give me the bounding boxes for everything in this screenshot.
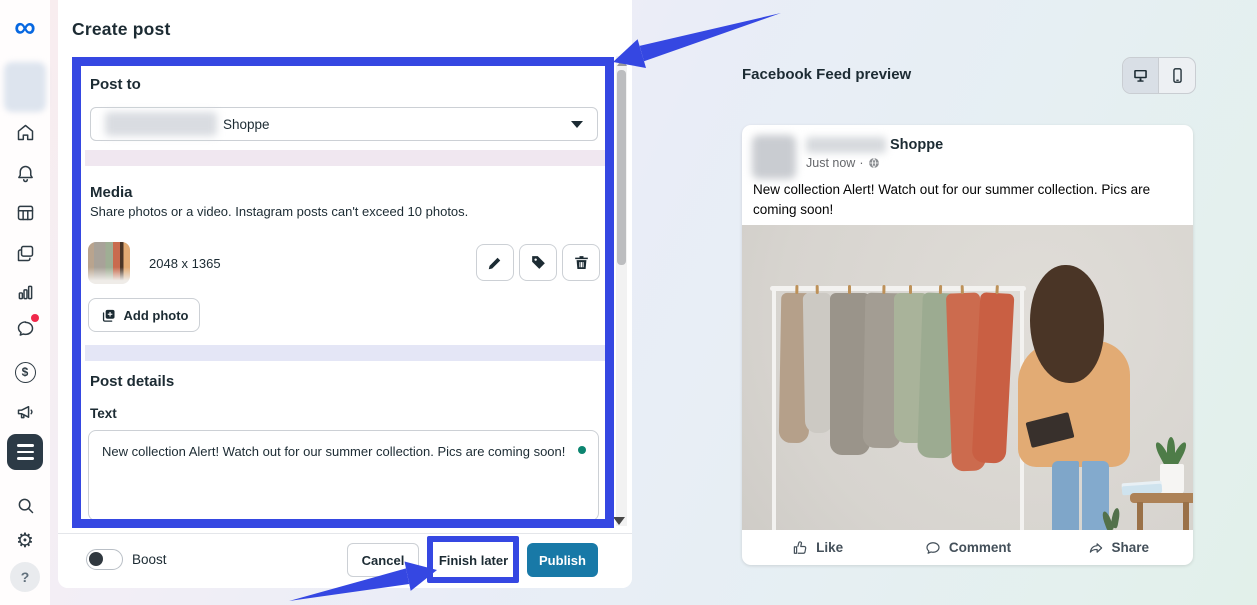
trash-icon xyxy=(572,253,591,272)
mobile-preview-button[interactable] xyxy=(1159,58,1195,93)
hamburger-menu-icon xyxy=(7,434,43,470)
timestamp: Just now xyxy=(806,156,855,170)
sidebar-item-all-tools[interactable] xyxy=(0,432,50,472)
meta-logo-icon[interactable]: ∞ xyxy=(0,8,50,48)
add-photo-icon xyxy=(100,307,117,324)
business-avatar-blurred[interactable] xyxy=(4,62,46,112)
section-divider xyxy=(85,150,605,166)
notification-badge xyxy=(31,314,39,322)
preview-actions: Like Comment Share xyxy=(742,530,1193,565)
add-photo-button[interactable]: Add photo xyxy=(88,298,200,332)
preview-title: Facebook Feed preview xyxy=(742,66,911,83)
sidebar-item-help[interactable]: ? xyxy=(0,560,50,594)
media-thumbnail[interactable] xyxy=(88,242,130,284)
account-name-blurred xyxy=(105,112,217,136)
post-to-label: Post to xyxy=(90,76,141,93)
chevron-down-icon xyxy=(571,121,583,128)
page-name-blurred xyxy=(806,137,886,153)
sidebar-item-inbox[interactable] xyxy=(0,314,50,348)
publish-button[interactable]: Publish xyxy=(527,543,598,577)
post-text-input[interactable]: New collection Alert! Watch out for our … xyxy=(88,430,599,521)
dollar-icon: $ xyxy=(15,362,36,383)
desktop-icon xyxy=(1131,66,1150,85)
comment-icon xyxy=(924,539,942,557)
tag-media-button[interactable] xyxy=(519,244,557,281)
share-icon xyxy=(1087,539,1105,557)
toggle-knob xyxy=(89,552,103,566)
page-avatar-blurred xyxy=(752,135,796,179)
post-to-dropdown[interactable]: Shoppe xyxy=(90,107,598,141)
page-title: Create post xyxy=(72,19,170,40)
like-button[interactable]: Like xyxy=(742,539,892,557)
share-button[interactable]: Share xyxy=(1043,539,1193,557)
boost-toggle[interactable] xyxy=(86,549,123,570)
boost-label: Boost xyxy=(132,552,167,567)
planner-icon xyxy=(15,202,36,223)
media-dimensions: 2048 x 1365 xyxy=(149,256,221,271)
account-name: Shoppe xyxy=(223,117,270,132)
preview-post-text: New collection Alert! Watch out for our … xyxy=(753,180,1165,219)
sidebar-item-planner[interactable] xyxy=(0,195,50,229)
sidebar-item-monetization[interactable]: $ xyxy=(0,355,50,389)
device-toggle xyxy=(1122,57,1196,94)
finish-later-button[interactable]: Finish later xyxy=(433,543,514,577)
media-heading: Media xyxy=(90,184,133,201)
scrollbar-down-icon[interactable] xyxy=(613,517,625,525)
post-details-heading: Post details xyxy=(90,373,174,390)
scrollbar-thumb[interactable] xyxy=(617,70,626,265)
megaphone-icon xyxy=(15,401,36,422)
like-icon xyxy=(791,539,809,557)
page-name: Shoppe xyxy=(890,137,943,153)
sidebar-item-insights[interactable] xyxy=(0,275,50,309)
search-icon xyxy=(15,495,36,516)
pencil-icon xyxy=(486,253,505,272)
delete-media-button[interactable] xyxy=(562,244,600,281)
meta-business-suite: ∞ $ xyxy=(0,0,1257,605)
post-meta: Just now · xyxy=(806,156,880,170)
home-icon xyxy=(15,122,36,143)
sidebar-item-content[interactable] xyxy=(0,236,50,270)
post-image xyxy=(742,225,1193,530)
cancel-button[interactable]: Cancel xyxy=(347,543,419,577)
gear-icon: ⚙ xyxy=(16,531,34,551)
sidebar-item-settings[interactable]: ⚙ xyxy=(0,524,50,558)
scrollbar-up-icon[interactable] xyxy=(617,59,627,66)
media-description: Share photos or a video. Instagram posts… xyxy=(90,204,468,219)
sidebar-item-home[interactable] xyxy=(0,115,50,149)
mobile-icon xyxy=(1168,66,1187,85)
sidebar-item-ads[interactable] xyxy=(0,394,50,428)
help-icon: ? xyxy=(10,562,40,592)
bar-chart-icon xyxy=(15,282,36,303)
section-divider xyxy=(85,345,605,361)
bell-icon xyxy=(15,163,36,184)
content-icon xyxy=(15,243,36,264)
sidebar-item-notifications[interactable] xyxy=(0,156,50,190)
add-photo-label: Add photo xyxy=(124,308,189,323)
sidebar-item-search[interactable] xyxy=(0,488,50,522)
desktop-preview-button[interactable] xyxy=(1123,58,1159,93)
sidebar: ∞ $ xyxy=(0,0,50,605)
edit-media-button[interactable] xyxy=(476,244,514,281)
status-dot xyxy=(578,446,586,454)
arrow-to-form xyxy=(640,13,781,61)
comment-button[interactable]: Comment xyxy=(892,539,1042,557)
text-label: Text xyxy=(90,406,117,421)
tag-icon xyxy=(529,253,548,272)
preview-card: Shoppe Just now · New collection Alert! … xyxy=(742,125,1193,565)
globe-icon xyxy=(868,157,880,169)
